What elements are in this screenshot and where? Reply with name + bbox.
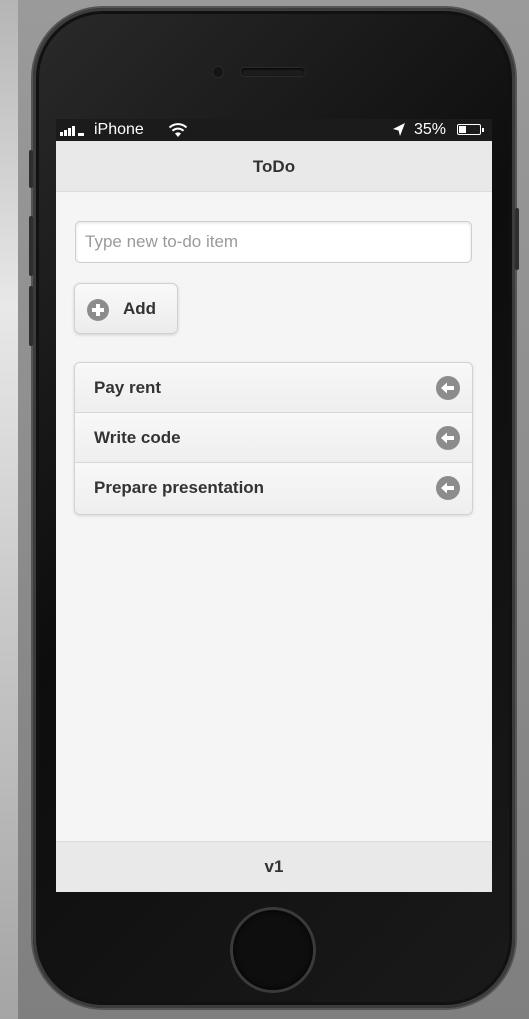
power-button	[515, 208, 519, 270]
battery-nub	[482, 128, 484, 132]
new-todo-input[interactable]	[75, 221, 472, 263]
todo-item-label: Write code	[94, 428, 181, 447]
battery-icon	[457, 124, 484, 135]
home-button[interactable]	[233, 910, 313, 990]
footer-bar: v1	[56, 841, 492, 892]
arrow-left-circle-icon[interactable]	[436, 476, 460, 500]
earpiece-speaker	[241, 68, 305, 76]
volume-down-button	[29, 286, 33, 346]
todo-item-label: Pay rent	[94, 378, 162, 397]
volume-up-button	[29, 216, 33, 276]
add-button-label: Add	[123, 299, 157, 318]
battery-percent: 35%	[414, 121, 447, 138]
header-bar: ToDo	[56, 141, 492, 192]
front-camera	[213, 67, 223, 77]
page-title: ToDo	[252, 157, 296, 176]
status-bar: iPhone 35%	[56, 119, 492, 141]
app-screen: iPhone 35% ToDo Add Pay rent	[56, 119, 492, 892]
carrier-label: iPhone	[94, 121, 144, 138]
add-button[interactable]: Add	[74, 283, 178, 334]
desktop-background-strip	[0, 0, 18, 1019]
arrow-left-circle-icon[interactable]	[436, 376, 460, 400]
battery-fill	[459, 126, 466, 133]
todo-item-pay-rent[interactable]: Pay rent	[75, 363, 472, 413]
todo-item-label: Prepare presentation	[94, 478, 265, 497]
todo-list: Pay rent Write code Prepare presentation	[74, 362, 473, 515]
signal-bars-icon	[60, 124, 84, 136]
mute-switch	[29, 150, 33, 188]
arrow-left-circle-icon[interactable]	[436, 426, 460, 450]
todo-item-prepare-presentation[interactable]: Prepare presentation	[75, 463, 472, 514]
version-label: v1	[264, 857, 284, 876]
todo-item-write-code[interactable]: Write code	[75, 413, 472, 463]
plus-circle-icon	[87, 299, 109, 321]
